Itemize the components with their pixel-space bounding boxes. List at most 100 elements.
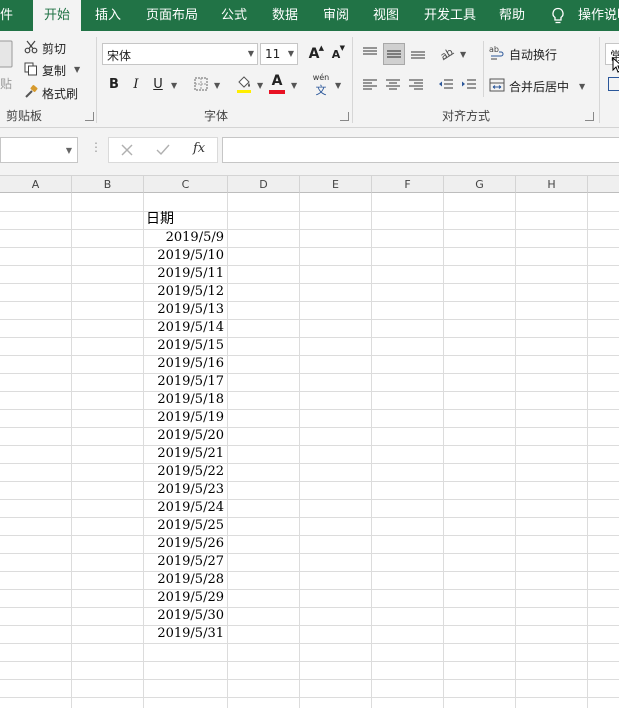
currency-format-icon[interactable] (608, 77, 619, 91)
chevron-down-icon: ▼ (74, 65, 81, 74)
gridline (0, 499, 619, 500)
align-center-button[interactable] (383, 75, 403, 95)
align-right-button[interactable] (406, 75, 426, 95)
date-cell[interactable]: 2019/5/30 (144, 607, 227, 625)
grow-font-button[interactable]: A ▲ (305, 44, 324, 63)
chevron-down-icon[interactable]: ▼ (291, 81, 297, 90)
name-box[interactable]: ▼ (0, 137, 78, 163)
tab-help[interactable]: 帮助 (499, 0, 527, 31)
tab-developer[interactable]: 开发工具 (424, 0, 480, 31)
column-header-c[interactable]: C (144, 176, 228, 193)
copy-button[interactable]: 复制 ▼ (24, 60, 86, 78)
tab-review[interactable]: 审阅 (323, 0, 351, 31)
column-header-h[interactable]: H (516, 176, 588, 193)
align-left-button[interactable] (360, 75, 380, 95)
column-header-g[interactable]: G (444, 176, 516, 193)
font-launcher-icon[interactable] (340, 112, 349, 121)
date-cell[interactable]: 2019/5/25 (144, 517, 227, 535)
align-center-icon (386, 79, 400, 90)
insert-function-button[interactable]: fx (193, 141, 205, 156)
italic-button[interactable]: I (128, 75, 144, 93)
column-header-i[interactable] (588, 176, 619, 193)
wrap-text-label: 自动换行 (509, 48, 558, 62)
phonetic-guide-button[interactable]: wén 文 (312, 73, 330, 97)
bottom-align-button[interactable] (408, 43, 428, 63)
column-header-e[interactable]: E (300, 176, 372, 193)
tell-me-search[interactable]: 操作说明 (578, 0, 619, 31)
gridline (0, 625, 619, 626)
tab-page-layout[interactable]: 页面布局 (146, 0, 202, 31)
date-cell[interactable]: 2019/5/18 (144, 391, 227, 409)
tab-data[interactable]: 数据 (272, 0, 300, 31)
cell-c-header[interactable]: 日期 (144, 210, 227, 228)
bold-button[interactable]: B (106, 75, 122, 93)
date-cell[interactable]: 2019/5/20 (144, 427, 227, 445)
merge-center-button[interactable]: 合并后居中 ▼ (489, 75, 591, 95)
column-header-b[interactable]: B (72, 176, 144, 193)
chevron-down-icon[interactable]: ▼ (214, 81, 220, 90)
date-cell[interactable]: 2019/5/10 (144, 247, 227, 265)
decrease-indent-icon (439, 79, 453, 89)
date-cell[interactable]: 2019/5/29 (144, 589, 227, 607)
underline-button[interactable]: U (150, 75, 166, 93)
drag-handle-icon[interactable]: ⋮ (90, 140, 102, 154)
date-cell[interactable]: 2019/5/17 (144, 373, 227, 391)
tab-insert[interactable]: 插入 (95, 0, 125, 31)
clipboard-launcher-icon[interactable] (85, 112, 94, 121)
tab-home[interactable]: 开始 (33, 0, 81, 31)
format-painter-button[interactable]: 格式刷 (24, 83, 80, 101)
date-cell[interactable]: 2019/5/24 (144, 499, 227, 517)
middle-align-button[interactable] (383, 43, 405, 65)
date-cell[interactable]: 2019/5/11 (144, 265, 227, 283)
font-size-select[interactable]: 11 ▼ (260, 43, 298, 65)
worksheet-grid[interactable]: A B C D E F G H 2019/5/9 2019/5/10 2019/5/… (0, 176, 619, 708)
date-cell[interactable]: 2019/5/23 (144, 481, 227, 499)
date-cell[interactable]: 2019/5/21 (144, 445, 227, 463)
date-cell[interactable]: 2019/5/14 (144, 319, 227, 337)
date-cell[interactable]: 2019/5/28 (144, 571, 227, 589)
chevron-down-icon[interactable]: ▼ (257, 81, 263, 90)
column-header-a[interactable]: A (0, 176, 72, 193)
shrink-font-button[interactable]: A ▼ (327, 44, 345, 63)
align-bottom-icon (411, 51, 425, 59)
close-icon[interactable] (121, 144, 133, 156)
formula-input[interactable] (222, 137, 619, 163)
tab-view[interactable]: 视图 (373, 0, 401, 31)
cut-button[interactable]: 剪切 (24, 38, 70, 56)
tab-file[interactable]: 件 (0, 0, 25, 31)
date-cell[interactable]: 2019/5/26 (144, 535, 227, 553)
alignment-launcher-icon[interactable] (585, 112, 594, 121)
gridline (0, 301, 619, 302)
date-cell[interactable]: 2019/5/31 (144, 625, 227, 643)
font-color-button[interactable]: A (269, 73, 285, 95)
date-cell[interactable]: 2019/5/12 (144, 283, 227, 301)
chevron-down-icon[interactable]: ▼ (171, 81, 177, 90)
borders-button[interactable] (193, 75, 209, 93)
top-align-button[interactable] (360, 43, 380, 63)
column-header-f[interactable]: F (372, 176, 444, 193)
check-icon[interactable] (156, 144, 170, 156)
lightbulb-icon[interactable] (550, 7, 566, 25)
orientation-button[interactable]: ab (438, 43, 458, 63)
date-cell[interactable]: 2019/5/15 (144, 337, 227, 355)
date-cell[interactable]: 2019/5/13 (144, 301, 227, 319)
fill-color-button[interactable] (235, 73, 253, 95)
gridline (0, 319, 619, 320)
paste-button[interactable]: 贴 (0, 37, 16, 91)
column-header-d[interactable]: D (228, 176, 300, 193)
chevron-down-icon[interactable]: ▼ (66, 146, 72, 155)
date-cell[interactable]: 2019/5/27 (144, 553, 227, 571)
date-cell[interactable]: 2019/5/9 (144, 229, 227, 247)
decrease-indent-button[interactable] (436, 75, 456, 95)
increase-indent-button[interactable] (459, 75, 479, 95)
wrap-text-button[interactable]: ab 自动换行 (489, 43, 565, 63)
date-cell[interactable]: 2019/5/19 (144, 409, 227, 427)
chevron-down-icon[interactable]: ▼ (460, 50, 466, 59)
date-cell[interactable]: 2019/5/22 (144, 463, 227, 481)
gridline (443, 193, 444, 708)
date-cell[interactable]: 2019/5/16 (144, 355, 227, 373)
font-name-select[interactable]: 宋体 ▼ (102, 43, 258, 65)
tab-formulas[interactable]: 公式 (221, 0, 249, 31)
chevron-down-icon[interactable]: ▼ (335, 81, 341, 90)
merge-cells-icon (489, 78, 505, 92)
